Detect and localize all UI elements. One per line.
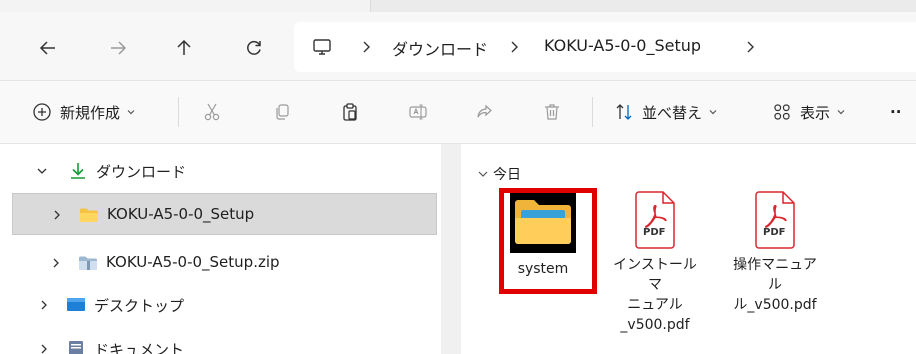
breadcrumb-downloads[interactable]: ダウンロード [392, 36, 488, 60]
share-button[interactable] [474, 100, 494, 124]
address-bar[interactable]: ダウンロード KOKU-A5-0-0_Setup [294, 22, 916, 72]
paste-button[interactable] [340, 100, 360, 124]
copy-button[interactable] [272, 100, 292, 124]
refresh-button[interactable] [240, 34, 268, 62]
desktop-icon [67, 298, 85, 311]
sidebar-item-desktop[interactable]: デスクトップ [0, 284, 441, 326]
new-button-label: 新規作成 [60, 103, 121, 122]
up-button[interactable] [170, 34, 198, 62]
file-name-line: _v500.pdf [620, 317, 690, 333]
forward-button[interactable] [104, 34, 132, 62]
chevron-down-icon [709, 110, 717, 115]
breadcrumb-chevron-icon[interactable] [744, 38, 758, 56]
navigation-bar: ダウンロード KOKU-A5-0-0_Setup [0, 12, 916, 80]
documents-icon [69, 341, 83, 354]
file-name-line: ル_v500.pdf [733, 297, 817, 313]
chevron-down-icon[interactable] [36, 165, 48, 177]
sort-button-label: 並べ替え [642, 103, 703, 122]
file-name: 操作マニュアル ル_v500.pdf [727, 255, 823, 315]
back-arrow-icon [39, 41, 55, 55]
zip-folder-icon [79, 256, 97, 270]
paste-icon [343, 103, 357, 121]
command-bar: 新規作成 並べ替え 表示 ·· [0, 81, 916, 143]
file-name-line: インストールマ [613, 257, 697, 293]
sort-arrows-icon [616, 104, 632, 120]
rename-button[interactable] [408, 100, 428, 124]
group-header-label: 今日 [493, 167, 521, 183]
breadcrumb-setup-folder[interactable]: KOKU-A5-0-0_Setup [544, 36, 701, 55]
pdf-icon [635, 191, 675, 249]
back-button[interactable] [34, 34, 62, 62]
chevron-right-icon[interactable] [38, 299, 50, 311]
chevron-down-icon [127, 110, 135, 115]
toolbar-separator [592, 97, 593, 127]
tab-strip [370, 0, 916, 12]
cut-button[interactable] [202, 100, 222, 124]
sidebar-item-label: KOKU-A5-0-0_Setup [107, 205, 255, 223]
file-name: インストールマ ニュアル _v500.pdf [607, 255, 703, 335]
breadcrumb-chevron-icon [363, 41, 370, 53]
this-pc-icon [313, 39, 331, 55]
title-strip [0, 0, 916, 12]
view-button[interactable]: 表示 [772, 100, 846, 124]
chevron-right-icon[interactable] [50, 257, 62, 269]
file-item-operation-manual[interactable]: PDF 操作マニュアル ル_v500.pdf [727, 191, 823, 315]
breadcrumb-chevron-icon [511, 41, 518, 53]
sidebar-item-label: ダウンロード [96, 163, 187, 181]
file-name-line: ニュアル [627, 297, 683, 313]
sidebar-item-label: デスクトップ [94, 297, 185, 315]
sort-button[interactable]: 並べ替え [614, 100, 718, 124]
sidebar-item-setup-zip[interactable]: KOKU-A5-0-0_Setup.zip [0, 242, 441, 284]
forward-arrow-icon [111, 41, 127, 55]
pdf-badge-label: PDF [763, 227, 786, 238]
pdf-badge-label: PDF [643, 227, 666, 238]
sidebar-item-setup-folder[interactable]: KOKU-A5-0-0_Setup [12, 193, 437, 235]
refresh-icon [247, 40, 261, 55]
plus-circle-icon [33, 103, 51, 121]
download-icon [71, 163, 85, 179]
rename-icon [409, 104, 427, 120]
sidebar-item-downloads[interactable]: ダウンロード [0, 150, 441, 192]
sidebar-item-documents[interactable]: ドキュメント [0, 328, 441, 354]
sidebar-item-label: ドキュメント [94, 341, 185, 354]
more-options-dots: ·· [890, 103, 902, 121]
pdf-icon [755, 191, 795, 249]
chevron-down-icon [478, 171, 488, 177]
file-item-install-manual[interactable]: PDF インストールマ ニュアル _v500.pdf [607, 191, 703, 335]
share-icon [477, 104, 492, 118]
chevron-right-icon[interactable] [51, 209, 63, 221]
chevron-down-icon [837, 110, 845, 115]
view-grid-icon [774, 104, 790, 120]
scissors-icon [204, 103, 220, 121]
highlight-annotation-box [499, 188, 597, 294]
delete-button[interactable] [542, 100, 562, 124]
toolbar-separator [178, 97, 179, 127]
copy-icon [276, 104, 289, 120]
navigation-pane: ダウンロード KOKU-A5-0-0_Setup KOKU-A5-0-0_Set… [0, 144, 441, 354]
more-options-button[interactable]: ·· [890, 100, 901, 124]
trash-icon [545, 104, 559, 120]
sidebar-item-label: KOKU-A5-0-0_Setup.zip [106, 253, 280, 271]
up-arrow-icon [177, 39, 191, 55]
file-name-line: 操作マニュアル [733, 257, 817, 293]
chevron-right-icon[interactable] [38, 343, 50, 354]
group-header-today[interactable]: 今日 [477, 164, 521, 184]
new-button[interactable]: 新規作成 [32, 100, 136, 124]
sidebar-scrollbar[interactable] [441, 144, 461, 354]
view-button-label: 表示 [800, 103, 831, 122]
folder-icon [80, 208, 98, 222]
